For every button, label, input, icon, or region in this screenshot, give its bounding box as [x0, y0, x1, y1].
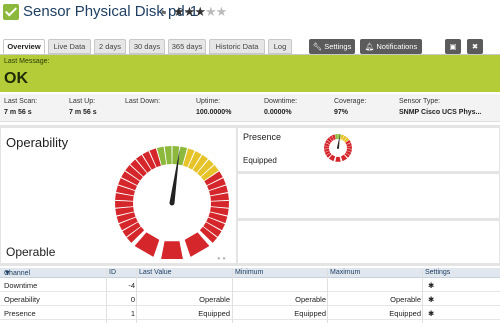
stat-last-down: Last Down: [125, 98, 160, 109]
table-row[interactable]: Presence 1 Equipped Equipped Equipped ✱ [0, 307, 500, 320]
stat-last-scan: Last Scan: 7 m 56 s [4, 98, 37, 116]
last-message-label: Last Message: [4, 58, 50, 65]
flag-icon[interactable]: ⚑ [160, 9, 167, 18]
page-title: Sensor Physical Disk pd-1 [23, 3, 199, 20]
settings-button-label: Settings [324, 42, 352, 51]
cell-id: 0 [130, 295, 135, 304]
gauge-title: Presence [243, 132, 282, 142]
col-minimum[interactable]: Minimum [235, 269, 263, 276]
cell-last-value: Equipped [198, 309, 230, 318]
settings-button[interactable]: 🔧︎ Settings [309, 39, 355, 54]
gauge-title: Operability [6, 135, 69, 150]
stat-label: Coverage: [334, 98, 367, 105]
stat-label: Last Scan: [4, 98, 38, 105]
cell-id: 1 [130, 309, 135, 318]
stat-value: 100.0000% [196, 109, 232, 116]
stat-value: 7 m 56 s [69, 109, 97, 116]
table-header: Channel ▼ ID Last Value Minimum Maximum … [0, 268, 500, 278]
column-divider [327, 268, 328, 323]
stat-value: SNMP Cisco UCS Phys... [399, 109, 482, 116]
trash-icon: ✖ [471, 42, 479, 51]
cell-minimum: Operable [295, 295, 326, 304]
sensor-stats: Last Scan: 7 m 56 s Last Up: 7 m 56 s Last… [0, 94, 500, 122]
tab-historic-data[interactable]: Historic Data [209, 39, 265, 54]
status-ok-icon [3, 4, 19, 20]
gauge-area: Operability Operable ● ● Presence Equipp… [0, 125, 500, 266]
tab-log[interactable]: Log [268, 39, 292, 54]
table-row[interactable]: Operability 0 Operable Operable Operable… [0, 293, 500, 306]
stat-label: Last Up: [69, 98, 96, 105]
gauge-segment [161, 241, 183, 259]
gauge-hub [169, 200, 175, 206]
stat-last-up: Last Up: 7 m 56 s [69, 98, 97, 116]
priority-rating[interactable]: ★★★★★ [173, 4, 228, 20]
tab-overview[interactable]: Overview [3, 39, 45, 54]
stat-uptime: Uptime: 100.0000% [196, 98, 231, 116]
cell-maximum: Operable [390, 295, 421, 304]
star-icon[interactable]: ★ [184, 4, 196, 19]
gear-icon[interactable]: ✱ [428, 295, 434, 304]
page-header: Sensor Physical Disk pd-1 ⚑ ★★★★★ [0, 0, 500, 30]
star-icon[interactable]: ★ [194, 4, 206, 19]
gauge-hub [337, 147, 339, 149]
column-divider [422, 268, 423, 323]
stat-value: 7 m 56 s [4, 109, 32, 116]
gear-icon[interactable]: ✱ [428, 281, 434, 290]
last-message-text: OK [4, 70, 28, 87]
star-icon[interactable]: ★ [205, 4, 217, 19]
tab-2-days[interactable]: 2 days [94, 39, 126, 54]
tab-live-data[interactable]: Live Data [48, 39, 91, 54]
stat-label: Sensor Type: [399, 98, 441, 105]
cell-id: -4 [128, 281, 135, 290]
col-maximum[interactable]: Maximum [330, 269, 360, 276]
stat-sensor-type: Sensor Type: SNMP Cisco UCS Phys... [399, 98, 481, 116]
presence-gauge [324, 134, 352, 162]
sort-down-icon: ▼ [4, 270, 11, 277]
cell-maximum: Equipped [389, 309, 421, 318]
tab-30-days[interactable]: 30 days [129, 39, 165, 54]
bell-icon: 🔔︎ [364, 42, 375, 51]
comment-icon: ▣ [449, 42, 457, 51]
empty-panel [238, 221, 499, 263]
gear-icon[interactable]: ✱ [428, 309, 434, 318]
notifications-button[interactable]: 🔔︎ Notifications [360, 39, 422, 54]
column-divider [136, 268, 137, 323]
last-message-banner: Last Message: OK [0, 55, 500, 92]
cell-channel: Operability [4, 295, 40, 304]
tab-365-days[interactable]: 365 days [168, 39, 206, 54]
cell-channel: Presence [4, 309, 36, 318]
column-divider [232, 268, 233, 323]
delete-button[interactable]: ✖ [467, 39, 483, 54]
stat-downtime: Downtime: 0.0000% [264, 98, 297, 116]
stat-label: Uptime: [196, 98, 221, 105]
stat-coverage: Coverage: 97% [334, 98, 366, 116]
panel-menu-icon[interactable]: ● ● [217, 256, 226, 262]
cell-minimum: Equipped [294, 309, 326, 318]
column-divider [106, 268, 107, 323]
presence-gauge-panel: Presence Equipped [238, 128, 499, 171]
gauge-value: Operable [6, 245, 56, 259]
star-icon[interactable]: ★ [216, 4, 228, 19]
cell-channel: Downtime [4, 281, 38, 290]
gauge-value: Equipped [243, 156, 277, 165]
comment-button[interactable]: ▣ [445, 39, 461, 54]
wrench-icon: 🔧︎ [312, 42, 323, 51]
table-row[interactable]: Downtime -4 ✱ [0, 279, 500, 292]
stat-label: Last Down: [125, 98, 161, 105]
col-last-value[interactable]: Last Value [139, 269, 172, 276]
notifications-button-label: Notifications [376, 42, 418, 51]
star-icon[interactable]: ★ [173, 4, 185, 19]
cell-last-value: Operable [199, 295, 230, 304]
stat-value: 0.0000% [264, 109, 292, 116]
stat-value: 97% [334, 109, 349, 116]
col-settings: Settings [425, 269, 451, 276]
col-id[interactable]: ID [109, 269, 116, 276]
stat-label: Downtime: [264, 98, 298, 105]
empty-panel [238, 174, 499, 218]
